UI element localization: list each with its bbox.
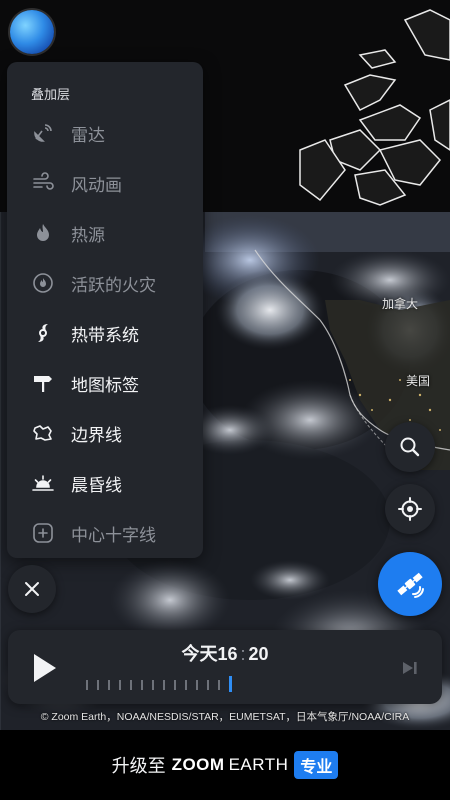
upgrade-prefix: 升级至 bbox=[111, 756, 166, 776]
upgrade-banner[interactable]: 升级至 ZOOM EARTH 专业 bbox=[0, 730, 450, 800]
zoom-earth-logo[interactable] bbox=[10, 10, 54, 54]
menu-item-label: 晨昏线 bbox=[71, 475, 122, 495]
menu-item-label: 雷达 bbox=[71, 125, 105, 145]
timeline-current-tick[interactable] bbox=[229, 676, 232, 692]
search-icon bbox=[400, 437, 420, 457]
fire-circle-icon bbox=[29, 269, 57, 297]
menu-item-label: 边界线 bbox=[71, 425, 122, 445]
menu-item-label: 热带系统 bbox=[71, 325, 139, 345]
pro-badge: 专业 bbox=[294, 751, 339, 779]
map-label-canada: 加拿大 bbox=[382, 297, 419, 311]
menu-item-map-labels[interactable]: 地图标签 bbox=[7, 358, 203, 408]
timeline-tick[interactable] bbox=[174, 680, 176, 690]
flame-icon bbox=[29, 219, 57, 247]
timeline-tick[interactable] bbox=[196, 680, 198, 690]
menu-item-radar[interactable]: 雷达 bbox=[7, 108, 203, 158]
satellite-layer-button[interactable] bbox=[378, 552, 442, 616]
overlay-menu-heading: 叠加层 bbox=[31, 87, 71, 102]
menu-item-label: 中心十字线 bbox=[71, 525, 156, 545]
menu-item-label: 活跃的火灾 bbox=[71, 275, 156, 295]
menu-item-heat[interactable]: 热源 bbox=[7, 208, 203, 258]
app-screen: 加拿大 美国 叠加层 雷达 风动画 热源 活跃的火灾 热带系统 地图标签 边界线… bbox=[0, 0, 450, 800]
timeline-tick[interactable] bbox=[86, 680, 88, 690]
menu-item-tropical-systems[interactable]: 热带系统 bbox=[7, 308, 203, 358]
menu-item-terminator[interactable]: 晨昏线 bbox=[7, 458, 203, 508]
timeline-tick[interactable] bbox=[152, 680, 154, 690]
signpost-icon bbox=[29, 369, 57, 397]
locate-button[interactable] bbox=[385, 484, 435, 534]
timeline-tick[interactable] bbox=[163, 680, 165, 690]
timeline-tick[interactable] bbox=[119, 680, 121, 690]
menu-item-label: 地图标签 bbox=[71, 375, 139, 395]
close-icon bbox=[25, 582, 39, 596]
menu-item-label: 热源 bbox=[71, 225, 105, 245]
crosshair-locate-icon bbox=[398, 497, 422, 521]
close-menu-button[interactable] bbox=[8, 565, 56, 613]
sunrise-icon bbox=[29, 469, 57, 497]
crosshair-plus-icon bbox=[29, 519, 57, 547]
timeline-tick[interactable] bbox=[218, 680, 220, 690]
search-button[interactable] bbox=[385, 422, 435, 472]
menu-item-label: 风动画 bbox=[71, 175, 122, 195]
time-day: 今天 bbox=[181, 644, 218, 664]
wind-icon bbox=[29, 169, 57, 197]
upgrade-brand-earth: EARTH bbox=[228, 755, 289, 774]
satellite-icon bbox=[397, 572, 424, 598]
menu-item-center-crosshair[interactable]: 中心十字线 bbox=[7, 508, 203, 558]
time-separator: : bbox=[240, 644, 246, 664]
upgrade-brand-zoom: ZOOM bbox=[171, 755, 225, 774]
skip-to-latest-button[interactable] bbox=[400, 658, 420, 678]
overlay-menu: 叠加层 雷达 风动画 热源 活跃的火灾 热带系统 地图标签 边界线 晨昏线 中心… bbox=[7, 62, 203, 558]
menu-item-wind[interactable]: 风动画 bbox=[7, 158, 203, 208]
menu-item-borders[interactable]: 边界线 bbox=[7, 408, 203, 458]
border-map-icon bbox=[29, 419, 57, 447]
timeline-tick[interactable] bbox=[97, 680, 99, 690]
radar-dish-icon bbox=[29, 119, 57, 147]
time-hour: 16 bbox=[217, 644, 238, 664]
attribution-text: © Zoom Earth，NOAA/NESDIS/STAR，EUMETSAT，日… bbox=[40, 711, 410, 723]
current-time: 今天16:20 bbox=[8, 640, 442, 666]
skip-forward-icon bbox=[403, 662, 417, 674]
map-label-usa: 美国 bbox=[406, 374, 431, 388]
hurricane-icon bbox=[29, 319, 57, 347]
timeline-tick[interactable] bbox=[207, 680, 209, 690]
timeline-panel: 今天16:20 bbox=[8, 630, 442, 704]
timeline-tick[interactable] bbox=[130, 680, 132, 690]
menu-item-active-fires[interactable]: 活跃的火灾 bbox=[7, 258, 203, 308]
time-minute: 20 bbox=[248, 644, 269, 664]
timeline-tick[interactable] bbox=[108, 680, 110, 690]
timeline-tick[interactable] bbox=[185, 680, 187, 690]
timeline-tick[interactable] bbox=[141, 680, 143, 690]
